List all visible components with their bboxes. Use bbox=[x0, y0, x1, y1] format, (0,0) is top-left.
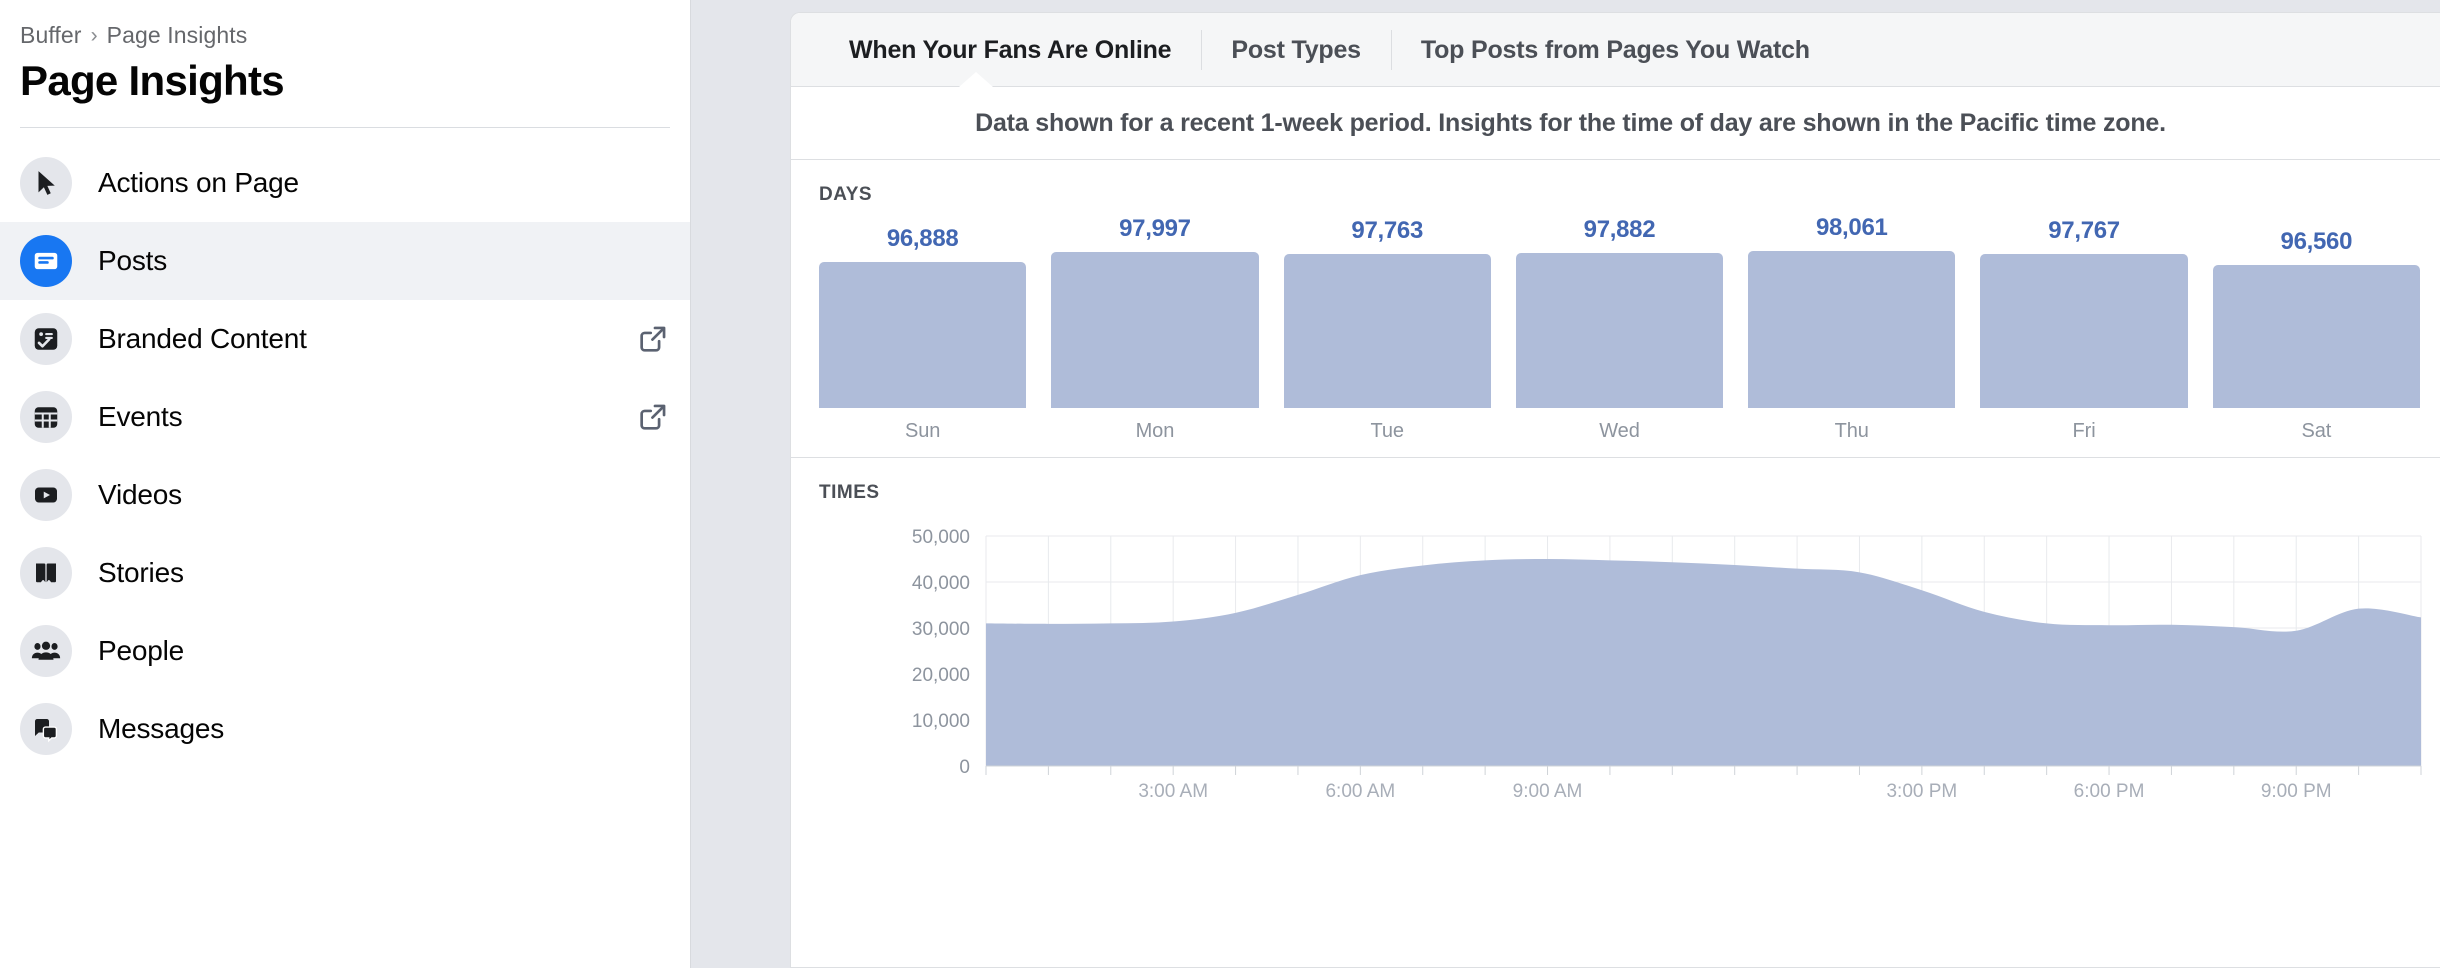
day-value-label: 96,560 bbox=[2281, 228, 2353, 256]
day-bar[interactable] bbox=[1516, 253, 1723, 408]
sidebar-item-actions-on-page[interactable]: Actions on Page bbox=[0, 144, 690, 222]
tab-top-posts-from-pages-you-watch[interactable]: Top Posts from Pages You Watch bbox=[1391, 13, 1840, 87]
times-area-fill[interactable] bbox=[986, 559, 2421, 766]
day-bar[interactable] bbox=[1748, 251, 1955, 408]
y-axis-tick-label: 50,000 bbox=[912, 527, 970, 548]
sidebar-item-label: Videos bbox=[98, 479, 182, 511]
x-axis-tick-label: 9:00 PM bbox=[2261, 781, 2332, 802]
sidebar-item-messages[interactable]: Messages bbox=[0, 690, 690, 768]
day-column[interactable]: 97,882 Wed bbox=[1516, 216, 1723, 443]
x-axis-tick-label: 3:00 PM bbox=[1886, 781, 1957, 802]
sidebar-item-label: Stories bbox=[98, 557, 184, 589]
messages-icon bbox=[20, 703, 72, 755]
external-link-icon[interactable] bbox=[636, 400, 670, 434]
sidebar-item-label: Events bbox=[98, 401, 182, 433]
insights-content: When Your Fans Are Online Post Types Top… bbox=[790, 0, 2440, 968]
sidebar-item-label: Branded Content bbox=[98, 323, 307, 355]
sidebar-item-label: Posts bbox=[98, 245, 167, 277]
data-period-note: Data shown for a recent 1-week period. I… bbox=[975, 109, 2166, 138]
y-axis-tick-label: 40,000 bbox=[912, 573, 970, 594]
day-value-label: 98,061 bbox=[1816, 214, 1888, 242]
x-axis-tick-label: 3:00 AM bbox=[1138, 781, 1208, 802]
insights-card: When Your Fans Are Online Post Types Top… bbox=[790, 12, 2440, 968]
x-axis-tick-label: 9:00 AM bbox=[1513, 781, 1583, 802]
sidebar-item-events[interactable]: Events bbox=[0, 378, 690, 456]
y-axis-tick-label: 0 bbox=[959, 757, 970, 778]
day-axis-label: Sat bbox=[2301, 420, 2331, 443]
day-value-label: 97,763 bbox=[1351, 217, 1423, 245]
day-bar[interactable] bbox=[819, 262, 1026, 408]
day-column[interactable]: 97,997 Mon bbox=[1051, 215, 1258, 443]
subtitle-row: Data shown for a recent 1-week period. I… bbox=[791, 87, 2440, 160]
branded-content-icon bbox=[20, 313, 72, 365]
videos-icon bbox=[20, 469, 72, 521]
day-column[interactable]: 98,061 Thu bbox=[1748, 214, 1955, 443]
day-value-label: 97,882 bbox=[1584, 216, 1656, 244]
day-axis-label: Sun bbox=[905, 420, 940, 443]
breadcrumb-current[interactable]: Page Insights bbox=[107, 22, 248, 49]
day-axis-label: Thu bbox=[1835, 420, 1869, 443]
sidebar-nav: Actions on Page Posts bbox=[0, 144, 690, 768]
x-axis-tick-label: 6:00 PM bbox=[2074, 781, 2145, 802]
days-section: DAYS 96,888 Sun 97,997 Mon 97,763 Tue 97,882 We… bbox=[791, 160, 2440, 458]
days-section-label: DAYS bbox=[791, 160, 2440, 206]
sidebar-item-posts[interactable]: Posts bbox=[0, 222, 690, 300]
y-axis-tick-label: 10,000 bbox=[912, 711, 970, 732]
panel-gap bbox=[690, 0, 790, 968]
day-column[interactable]: 97,763 Tue bbox=[1284, 217, 1491, 443]
days-bar-chart: 96,888 Sun 97,997 Mon 97,763 Tue 97,882 Wed 98,0… bbox=[791, 206, 2440, 443]
cursor-icon bbox=[20, 157, 72, 209]
breadcrumb-root[interactable]: Buffer bbox=[20, 22, 82, 49]
posts-icon bbox=[20, 235, 72, 287]
sidebar-item-label: Messages bbox=[98, 713, 224, 745]
times-section: TIMES 50,000 40,000 30,000 20,000 10,000 0 3:0… bbox=[791, 458, 2440, 812]
day-bar[interactable] bbox=[2213, 265, 2420, 408]
tab-post-types[interactable]: Post Types bbox=[1201, 13, 1391, 87]
day-column[interactable]: 97,767 Fri bbox=[1980, 217, 2187, 443]
times-chart-svg: 50,000 40,000 30,000 20,000 10,000 0 3:00 AM 6:… bbox=[791, 522, 2440, 812]
day-value-label: 96,888 bbox=[887, 225, 959, 253]
day-column[interactable]: 96,560 Sat bbox=[2213, 228, 2420, 443]
active-tab-caret-icon bbox=[959, 72, 993, 87]
day-value-label: 97,997 bbox=[1119, 215, 1191, 243]
title-divider bbox=[20, 127, 670, 128]
breadcrumb: Buffer › Page Insights bbox=[0, 22, 690, 49]
external-link-icon[interactable] bbox=[636, 322, 670, 356]
day-bar[interactable] bbox=[1051, 252, 1258, 408]
sidebar-item-label: People bbox=[98, 635, 184, 667]
day-bar[interactable] bbox=[1284, 254, 1491, 408]
sidebar-item-stories[interactable]: Stories bbox=[0, 534, 690, 612]
insights-sidebar: Buffer › Page Insights Page Insights Act… bbox=[0, 0, 690, 968]
sidebar-item-videos[interactable]: Videos bbox=[0, 456, 690, 534]
y-axis-tick-label: 20,000 bbox=[912, 665, 970, 686]
day-axis-label: Tue bbox=[1370, 420, 1403, 443]
x-axis-tick-label: 6:00 AM bbox=[1325, 781, 1395, 802]
day-value-label: 97,767 bbox=[2048, 217, 2120, 245]
stories-icon bbox=[20, 547, 72, 599]
day-axis-label: Wed bbox=[1599, 420, 1639, 443]
day-axis-label: Mon bbox=[1136, 420, 1175, 443]
sidebar-item-people[interactable]: People bbox=[0, 612, 690, 690]
y-axis-tick-label: 30,000 bbox=[912, 619, 970, 640]
day-column[interactable]: 96,888 Sun bbox=[819, 225, 1026, 443]
people-icon bbox=[20, 625, 72, 677]
day-axis-label: Fri bbox=[2073, 420, 2096, 443]
times-area-chart: 50,000 40,000 30,000 20,000 10,000 0 3:00 AM 6:… bbox=[791, 522, 2440, 812]
tab-when-your-fans-are-online[interactable]: When Your Fans Are Online bbox=[819, 13, 1201, 87]
sidebar-item-label: Actions on Page bbox=[98, 167, 299, 199]
times-section-label: TIMES bbox=[791, 458, 2440, 504]
app-root: Buffer › Page Insights Page Insights Act… bbox=[0, 0, 2440, 968]
breadcrumb-separator-icon: › bbox=[91, 24, 98, 48]
page-title: Page Insights bbox=[0, 49, 690, 105]
events-icon bbox=[20, 391, 72, 443]
day-bar[interactable] bbox=[1980, 254, 2187, 408]
sidebar-item-branded-content[interactable]: Branded Content bbox=[0, 300, 690, 378]
tab-bar: When Your Fans Are Online Post Types Top… bbox=[791, 13, 2440, 87]
